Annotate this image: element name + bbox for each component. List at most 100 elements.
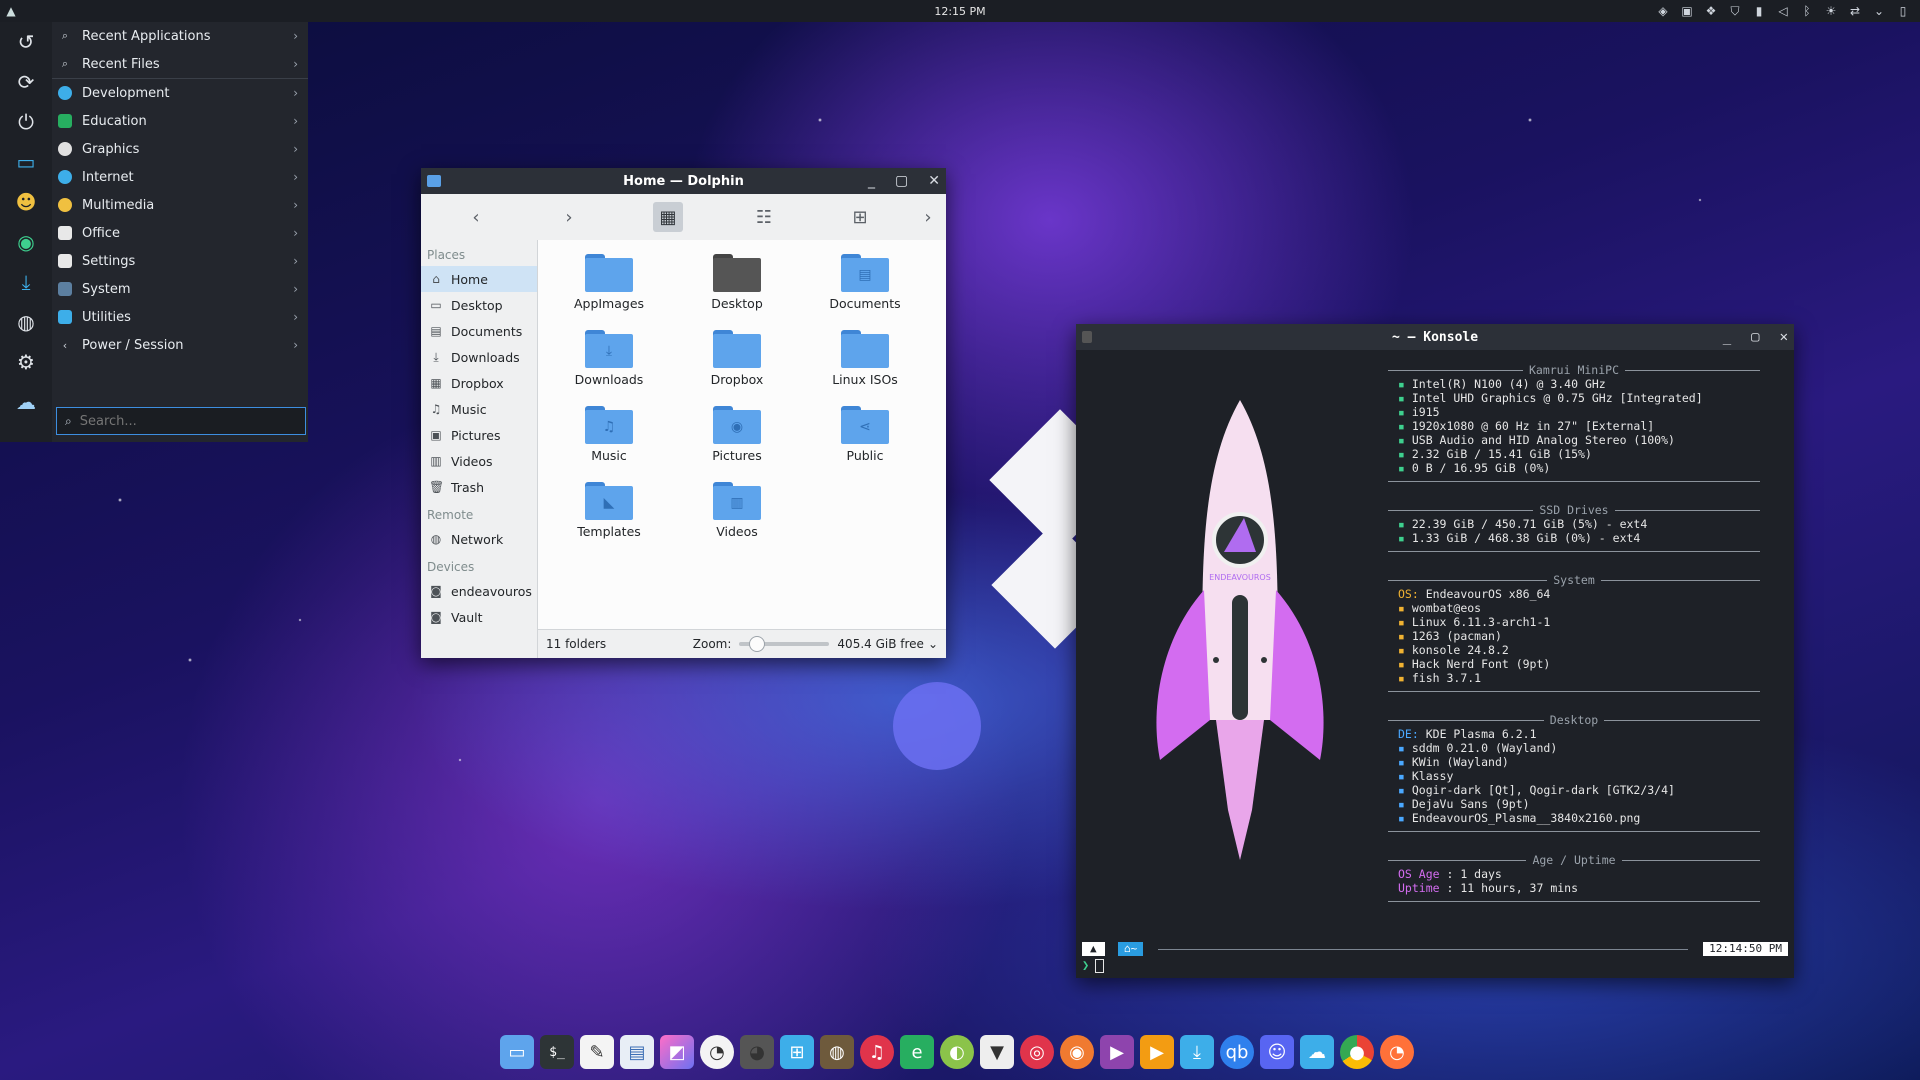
- minimize-button[interactable]: _: [1723, 329, 1731, 345]
- cat-icon[interactable]: ◕: [740, 1035, 774, 1069]
- app-launcher-icon[interactable]: ▲: [0, 0, 22, 22]
- files-icon[interactable]: ▭: [500, 1035, 534, 1069]
- toggle-icon[interactable]: ▭: [0, 142, 52, 182]
- folder-item[interactable]: ◉ Pictures: [682, 406, 792, 463]
- launcher-search[interactable]: ⌕: [56, 407, 306, 435]
- avatar-icon[interactable]: ☻: [0, 182, 52, 222]
- menu-item-settings[interactable]: Settings ›: [52, 247, 308, 275]
- close-button[interactable]: ✕: [1780, 329, 1788, 345]
- text-editor-icon[interactable]: ✎: [580, 1035, 614, 1069]
- maximize-button[interactable]: ▢: [1751, 329, 1759, 345]
- menu-item-system[interactable]: System ›: [52, 275, 308, 303]
- place-videos[interactable]: ▥ Videos: [421, 448, 537, 474]
- refresh-icon[interactable]: ⟳: [0, 62, 52, 102]
- menu-item-utilities[interactable]: Utilities ›: [52, 303, 308, 331]
- clock[interactable]: 12:15 PM: [934, 5, 985, 18]
- clipboard-icon[interactable]: ▮: [1752, 4, 1766, 18]
- document-icon[interactable]: ▤: [620, 1035, 654, 1069]
- bluetooth-icon[interactable]: ᛒ: [1800, 4, 1814, 18]
- folder-item[interactable]: Dropbox: [682, 330, 792, 387]
- folder-item[interactable]: ▤ Documents: [810, 254, 920, 311]
- shield-icon[interactable]: ◈: [1656, 4, 1670, 18]
- folder-item[interactable]: Linux ISOs: [810, 330, 920, 387]
- download-icon[interactable]: ⤓: [1180, 1035, 1214, 1069]
- target-icon[interactable]: ◎: [1020, 1035, 1054, 1069]
- icons-view-button[interactable]: ▦: [653, 202, 683, 232]
- menu-item-recent-applications[interactable]: ⌕ Recent Applications ›: [52, 22, 308, 50]
- headphones-icon[interactable]: ♫: [860, 1035, 894, 1069]
- player-icon[interactable]: ▶: [1140, 1035, 1174, 1069]
- camera-icon[interactable]: ◉: [1060, 1035, 1094, 1069]
- folder-item[interactable]: ⋖ Public: [810, 406, 920, 463]
- device-endeavouros[interactable]: ◙ endeavouros: [421, 578, 537, 604]
- command-line[interactable]: ❯: [1082, 958, 1105, 973]
- image-viewer-icon[interactable]: ◩: [660, 1035, 694, 1069]
- window-titlebar[interactable]: ~ — Konsole _ ▢ ✕: [1076, 324, 1794, 350]
- menu-item-multimedia[interactable]: Multimedia ›: [52, 191, 308, 219]
- folder-item[interactable]: ♫ Music: [554, 406, 664, 463]
- discord-icon[interactable]: ☺: [1260, 1035, 1294, 1069]
- place-trash[interactable]: 🗑 Trash: [421, 474, 537, 500]
- volume-icon[interactable]: ◁: [1776, 4, 1790, 18]
- close-button[interactable]: ✕: [928, 173, 940, 189]
- folder-item[interactable]: ◣ Templates: [554, 482, 664, 539]
- remote-icon[interactable]: ⊞: [780, 1035, 814, 1069]
- place-documents[interactable]: ▤ Documents: [421, 318, 537, 344]
- firefox-icon[interactable]: ◔: [1380, 1035, 1414, 1069]
- ereader-icon[interactable]: e: [900, 1035, 934, 1069]
- minimize-button[interactable]: _: [868, 173, 875, 189]
- maximize-button[interactable]: ▢: [895, 173, 908, 189]
- vpn-icon[interactable]: ⛉: [1728, 4, 1742, 19]
- power-icon[interactable]: ⏻: [0, 102, 52, 142]
- terminal-icon[interactable]: $_: [540, 1035, 574, 1069]
- network-icon[interactable]: ⇄: [1848, 4, 1862, 18]
- chevron-down-icon[interactable]: ⌄: [1872, 4, 1886, 18]
- window-titlebar[interactable]: Home — Dolphin _ ▢ ✕: [421, 168, 946, 194]
- disc-icon[interactable]: ◐: [940, 1035, 974, 1069]
- folder-item[interactable]: ▥ Videos: [682, 482, 792, 539]
- back-button[interactable]: ‹: [461, 202, 491, 232]
- place-music[interactable]: ♫ Music: [421, 396, 537, 422]
- place-home[interactable]: ⌂ Home: [421, 266, 537, 292]
- dropbox-icon[interactable]: ❖: [1704, 4, 1718, 18]
- desktop-icon[interactable]: ▯: [1896, 4, 1910, 18]
- place-pictures[interactable]: ▣ Pictures: [421, 422, 537, 448]
- compact-view-button[interactable]: ☷: [749, 202, 779, 232]
- menu-item-power-session[interactable]: ‹ Power / Session ›: [52, 331, 308, 359]
- place-downloads[interactable]: ⤓ Downloads: [421, 344, 537, 370]
- menu-item-office[interactable]: Office ›: [52, 219, 308, 247]
- video-icon[interactable]: ▶: [1100, 1035, 1134, 1069]
- gimp-icon[interactable]: ◍: [820, 1035, 854, 1069]
- back-icon[interactable]: ↺: [0, 22, 52, 62]
- menu-item-internet[interactable]: Internet ›: [52, 163, 308, 191]
- more-button[interactable]: ›: [913, 202, 943, 232]
- cloud-icon[interactable]: ☁: [1300, 1035, 1334, 1069]
- chrome-icon[interactable]: ●: [1340, 1035, 1374, 1069]
- device-vault[interactable]: ◙ Vault: [421, 604, 537, 630]
- zoom-slider[interactable]: [739, 636, 830, 652]
- free-space[interactable]: 405.4 GiB free: [837, 637, 924, 651]
- menu-item-development[interactable]: Development ›: [52, 79, 308, 107]
- gimp-icon[interactable]: ◍: [0, 302, 52, 342]
- settings-icon[interactable]: ⚙: [0, 342, 52, 382]
- zoom-slider-handle[interactable]: [749, 636, 766, 652]
- download-icon[interactable]: ⤓: [0, 262, 52, 302]
- forward-button[interactable]: ›: [554, 202, 584, 232]
- chevron-down-icon[interactable]: ⌄: [928, 637, 938, 651]
- menu-item-graphics[interactable]: Graphics ›: [52, 135, 308, 163]
- folder-item[interactable]: ⤓ Downloads: [554, 330, 664, 387]
- menu-item-education[interactable]: Education ›: [52, 107, 308, 135]
- window-icon[interactable]: ▣: [1680, 4, 1694, 18]
- folder-item[interactable]: Desktop: [682, 254, 792, 311]
- clock-icon[interactable]: ◔: [700, 1035, 734, 1069]
- wolf-icon[interactable]: ▼: [980, 1035, 1014, 1069]
- app-icon[interactable]: ◉: [0, 222, 52, 262]
- place-dropbox[interactable]: ▦ Dropbox: [421, 370, 537, 396]
- menu-item-recent-files[interactable]: ⌕ Recent Files ›: [52, 50, 308, 79]
- place-network[interactable]: ◍ Network: [421, 526, 537, 552]
- qbittorrent-icon[interactable]: qb: [1220, 1035, 1254, 1069]
- search-input[interactable]: [77, 412, 282, 430]
- place-desktop[interactable]: ▭ Desktop: [421, 292, 537, 318]
- folder-item[interactable]: AppImages: [554, 254, 664, 311]
- cloud-icon[interactable]: ☁: [0, 382, 52, 422]
